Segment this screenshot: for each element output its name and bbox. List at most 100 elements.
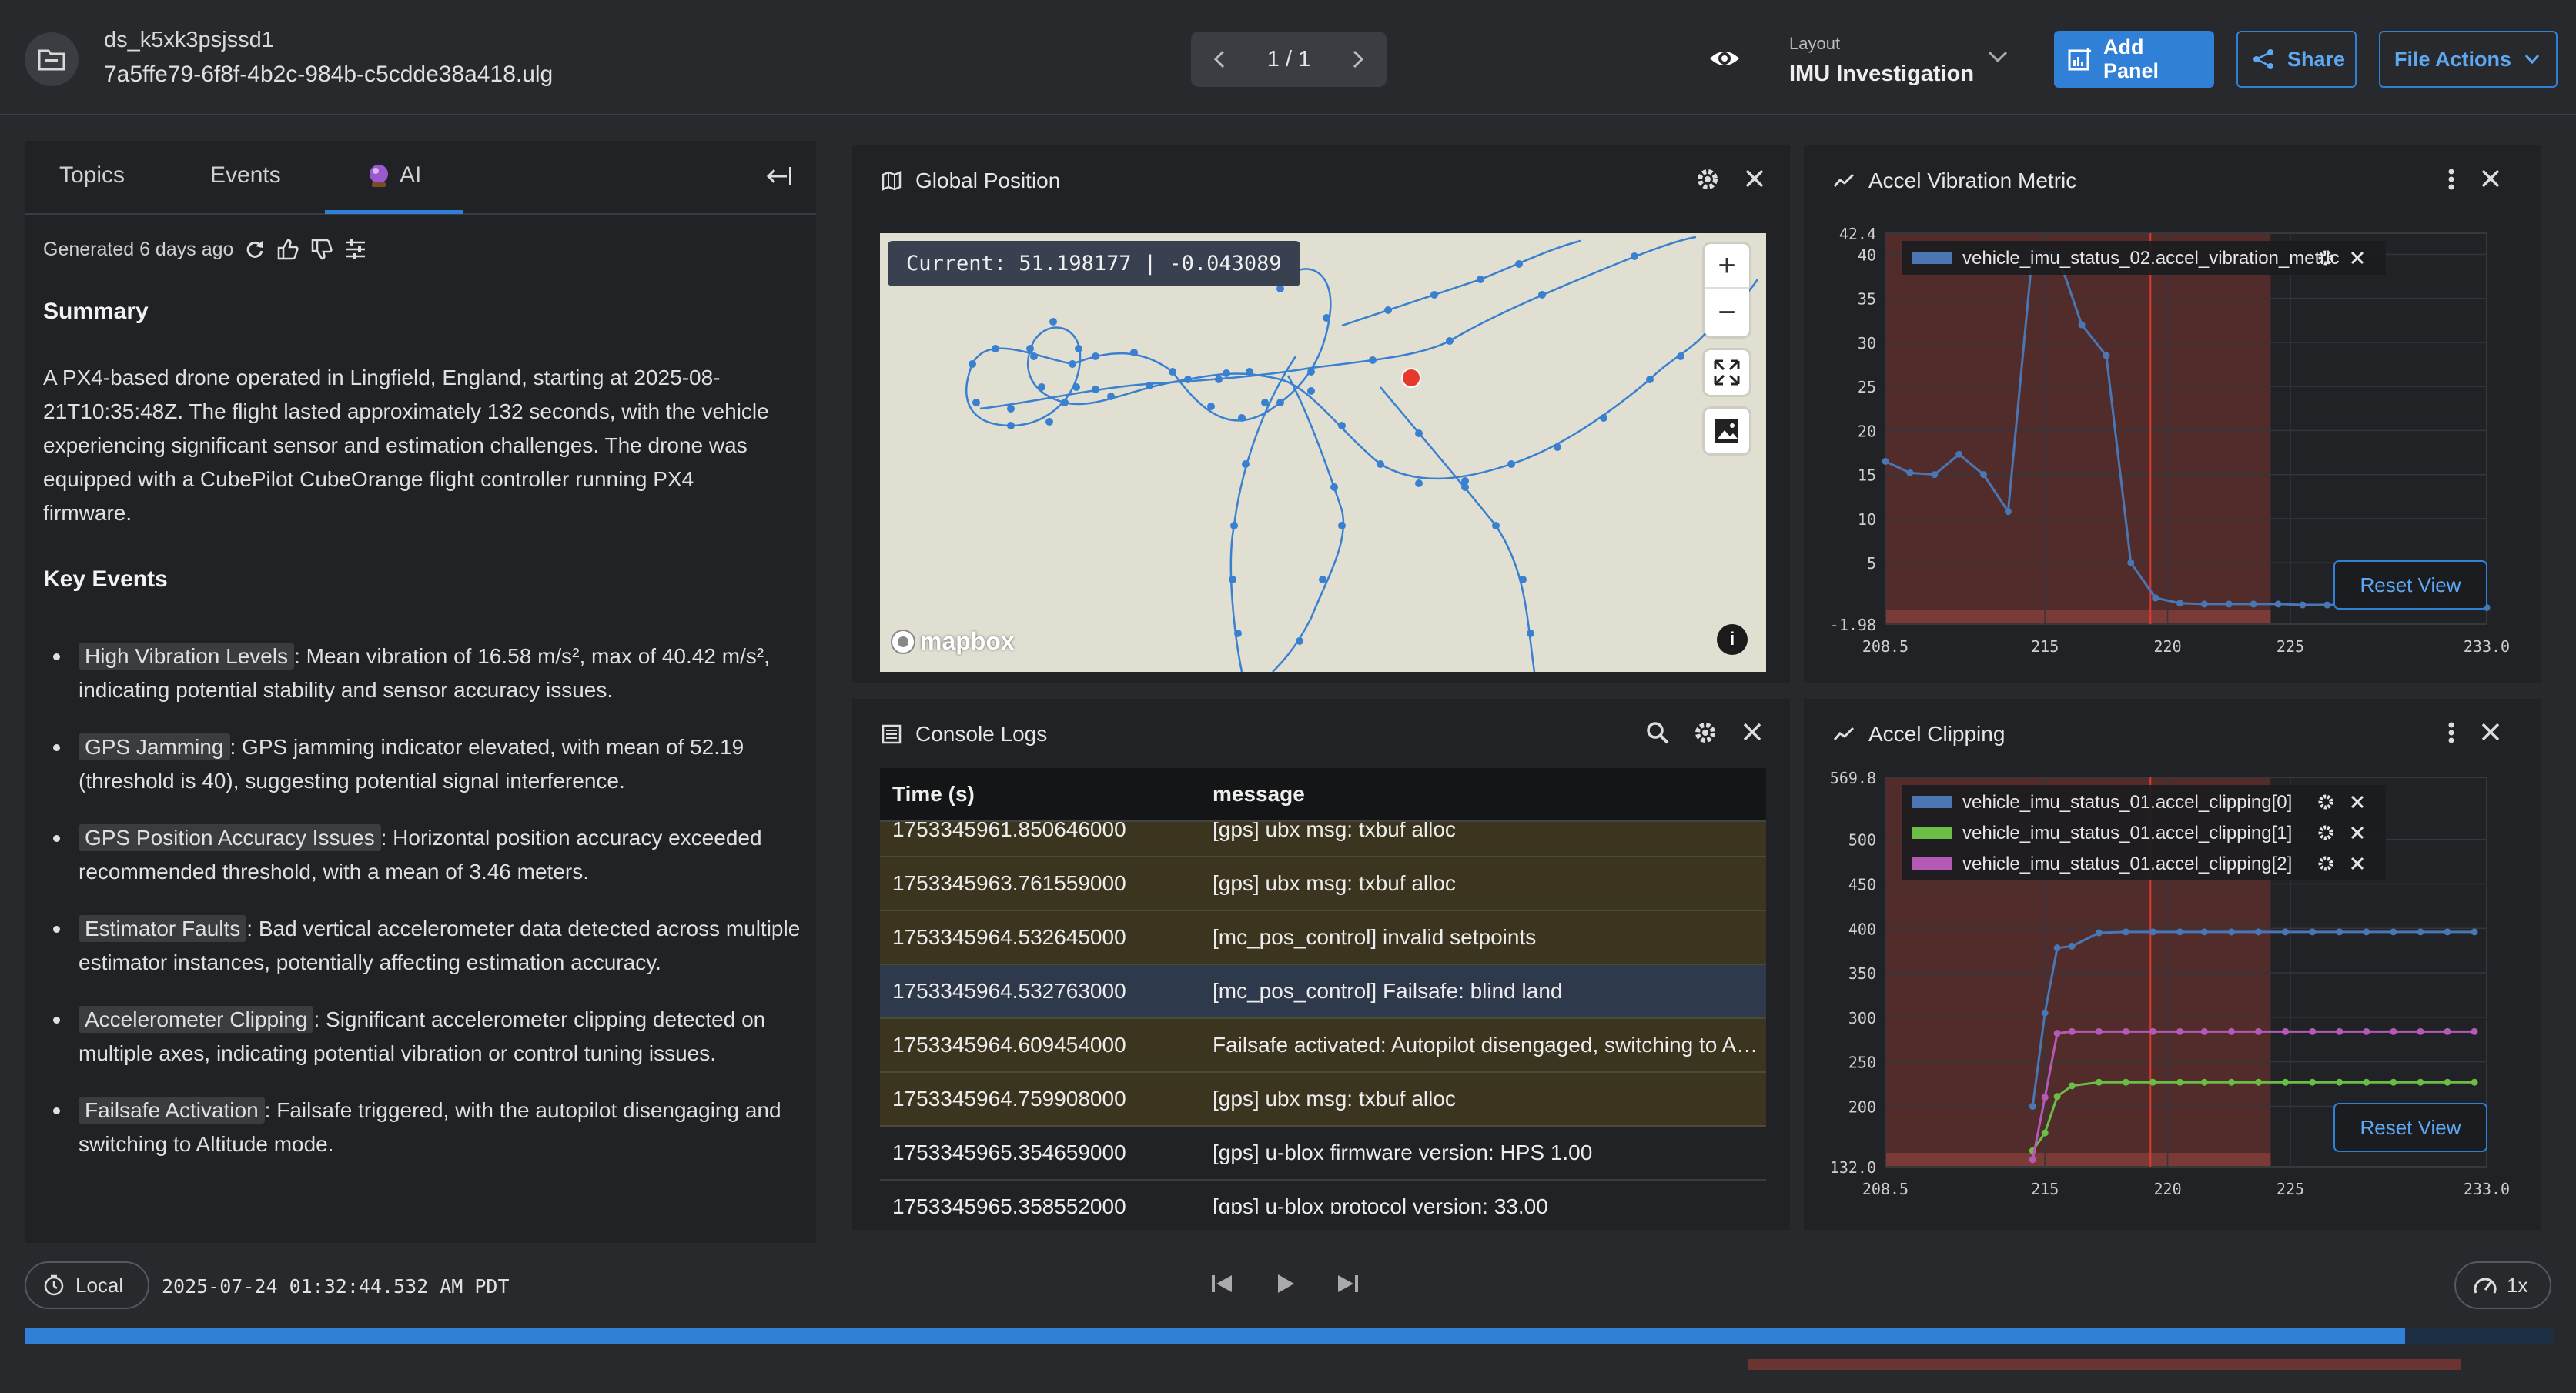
- map-icon: [882, 171, 902, 191]
- mapbox-logo: mapbox: [889, 627, 1015, 656]
- clipping-chart[interactable]: 569.8 500 450 400 350 300 250 200 132.0 208.5 215 2…: [1804, 699, 2541, 1230]
- dataset-id: ds_k5xk3psjssd1: [104, 28, 274, 52]
- data-point: [1931, 471, 1939, 479]
- legend-swatch: [1912, 252, 1952, 264]
- data-point: [2127, 559, 2135, 566]
- collapse-sidebar-icon[interactable]: [764, 164, 793, 189]
- data-point: [2122, 1027, 2129, 1035]
- image-layer-icon[interactable]: [1705, 409, 1749, 453]
- data-point: [2336, 1027, 2343, 1035]
- active-tab-indicator: [325, 210, 463, 214]
- info-icon[interactable]: i: [1717, 624, 1748, 655]
- close-icon[interactable]: [1741, 720, 1764, 745]
- failsafe-event-bar[interactable]: [1748, 1359, 2461, 1370]
- data-point: [2299, 601, 2307, 609]
- timezone-button[interactable]: Local: [25, 1261, 149, 1309]
- tab-events[interactable]: Events: [210, 162, 281, 189]
- tab-ai[interactable]: AI: [366, 162, 421, 189]
- y-tick-label: 30: [1858, 334, 1876, 352]
- data-point: [2041, 1009, 2049, 1017]
- event-chip[interactable]: GPS Jamming: [79, 733, 230, 760]
- data-point: [2103, 352, 2110, 359]
- event-chip[interactable]: GPS Position Accuracy Issues: [79, 824, 381, 851]
- data-point: [2122, 1078, 2129, 1086]
- next-page-icon[interactable]: [1351, 49, 1365, 69]
- chevron-down-icon[interactable]: [1986, 49, 2009, 65]
- map-view[interactable]: Current: 51.198177 | -0.043089 + − mapbo…: [880, 233, 1766, 672]
- data-point: [2152, 594, 2159, 602]
- data-point: [2363, 928, 2370, 936]
- log-time: 1753345964.759908000: [892, 1087, 1126, 1111]
- event-chip[interactable]: Failsafe Activation: [79, 1097, 265, 1124]
- data-point: [1906, 469, 1914, 476]
- console-icon: [882, 724, 902, 744]
- accel-clipping-panel: Accel Clipping 569.8 500 450 400 350 300 250 20…: [1804, 699, 2541, 1230]
- pager: 1 / 1: [1191, 32, 1387, 87]
- playback-progress[interactable]: [25, 1328, 2553, 1344]
- fit-view-icon[interactable]: [1705, 350, 1749, 395]
- refresh-icon[interactable]: [244, 239, 266, 260]
- reset-view-label[interactable]: Reset View: [2360, 573, 2461, 596]
- playback-speed-button[interactable]: 1x: [2454, 1261, 2551, 1309]
- y-tick-label: 132.0: [1830, 1158, 1876, 1177]
- share-button[interactable]: Share: [2236, 31, 2357, 88]
- crystal-ball-icon: [366, 162, 392, 189]
- chevron-down-icon: [2524, 53, 2541, 65]
- y-tick-label: -1.98: [1830, 616, 1876, 634]
- log-table[interactable]: Time (s) message 1753345961.850646000 [gp…: [880, 768, 1766, 1214]
- failsafe-band: [1885, 1153, 2271, 1167]
- zoom-control: + −: [1705, 244, 1749, 336]
- key-events-list: High Vibration Levels: Mean vibration of…: [43, 640, 805, 1184]
- close-icon[interactable]: [1743, 167, 1766, 192]
- vibration-chart[interactable]: 42.4 40 35 30 25 20 15 10 5 -1.98 208.5 215 220 225 23…: [1804, 145, 2541, 683]
- event-chip[interactable]: Estimator Faults: [79, 915, 247, 942]
- tab-topics[interactable]: Topics: [59, 162, 125, 189]
- table-row[interactable]: 1753345964.532645000 [mc_pos_control] inv…: [880, 911, 1766, 965]
- data-point: [2029, 1156, 2036, 1164]
- eye-icon[interactable]: [1708, 42, 1741, 75]
- table-row[interactable]: 1753345965.358552000 [gps] u-blox protoco…: [880, 1181, 1766, 1214]
- legend-label: vehicle_imu_status_01.accel_clipping[0]: [1962, 792, 2292, 813]
- gear-icon[interactable]: [1693, 720, 1718, 745]
- data-point: [2471, 1078, 2478, 1086]
- data-point: [2323, 601, 2331, 609]
- zoom-out-button[interactable]: −: [1705, 290, 1749, 335]
- log-time: 1753345964.609454000: [892, 1033, 1126, 1057]
- skip-back-icon[interactable]: [1209, 1271, 1235, 1297]
- play-icon[interactable]: [1272, 1271, 1298, 1297]
- column-message[interactable]: message: [1213, 782, 1766, 807]
- gear-icon[interactable]: [1695, 167, 1720, 192]
- event-chip[interactable]: Accelerometer Clipping: [79, 1006, 314, 1033]
- data-point: [2282, 928, 2290, 936]
- tune-icon[interactable]: [344, 238, 367, 261]
- reset-view-label[interactable]: Reset View: [2360, 1116, 2461, 1139]
- table-row[interactable]: 1753345964.532763000 [mc_pos_control] Fai…: [880, 965, 1766, 1019]
- file-actions-button[interactable]: File Actions: [2379, 31, 2558, 88]
- prev-page-icon[interactable]: [1213, 49, 1226, 69]
- zoom-in-button[interactable]: +: [1705, 244, 1749, 289]
- search-icon[interactable]: [1645, 720, 1670, 745]
- data-point: [2068, 1082, 2076, 1090]
- table-row[interactable]: 1753345965.354659000 [gps] u-blox firmwar…: [880, 1127, 1766, 1181]
- data-point: [2149, 1027, 2156, 1035]
- thumbs-up-icon[interactable]: [276, 238, 299, 261]
- list-item: Estimator Faults: Bad vertical accelerom…: [43, 912, 805, 980]
- thumbs-down-icon[interactable]: [310, 238, 333, 261]
- top-bar: ds_k5xk3psjssd1 7a5ffe79-6f8f-4b2c-984b-…: [0, 0, 2576, 115]
- x-tick-label: 225: [2277, 637, 2304, 656]
- add-panel-button[interactable]: Add Panel: [2054, 31, 2214, 88]
- key-events-heading: Key Events: [43, 566, 168, 592]
- y-tick-label: 400: [1848, 920, 1876, 938]
- data-point: [2309, 1078, 2317, 1086]
- current-coordinates: Current: 51.198177 | -0.043089: [888, 241, 1300, 286]
- skip-forward-icon[interactable]: [1335, 1271, 1361, 1297]
- column-time[interactable]: Time (s): [880, 782, 1213, 807]
- table-row[interactable]: 1753345964.609454000 Failsafe activated: …: [880, 1019, 1766, 1073]
- table-row[interactable]: 1753345963.761559000 [gps] ubx msg: txbuf…: [880, 857, 1766, 911]
- event-chip[interactable]: High Vibration Levels: [79, 643, 295, 670]
- layout-selector[interactable]: IMU Investigation: [1789, 62, 1974, 87]
- data-point: [2471, 928, 2478, 936]
- folder-icon[interactable]: [25, 32, 79, 86]
- table-row[interactable]: 1753345964.759908000 [gps] ubx msg: txbuf…: [880, 1073, 1766, 1127]
- x-tick-label: 233.0: [2464, 637, 2510, 656]
